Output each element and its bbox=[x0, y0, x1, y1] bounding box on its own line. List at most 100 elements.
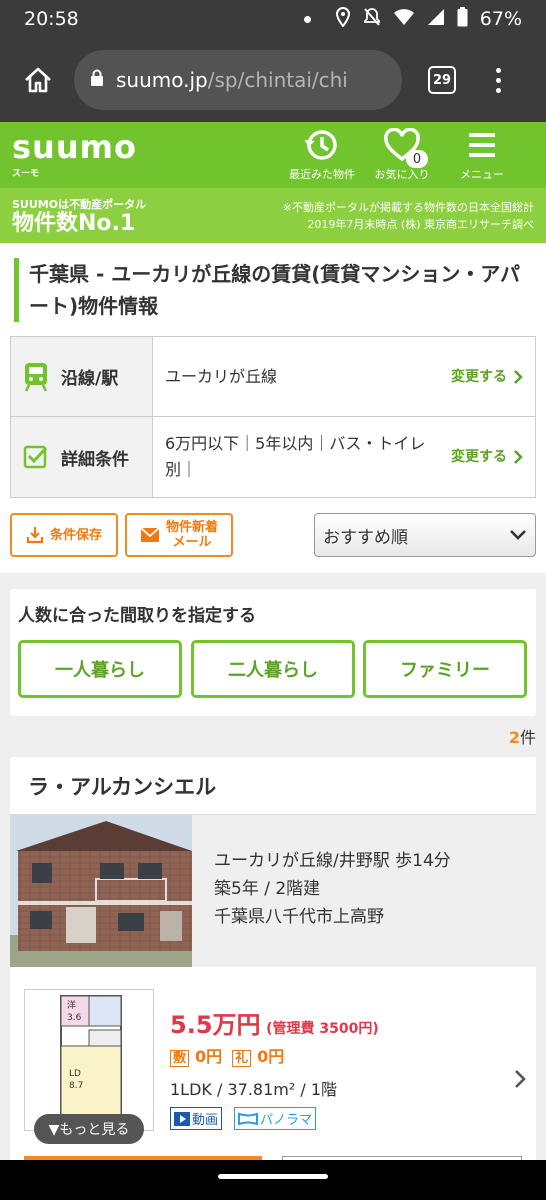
menu-button[interactable]: メニュー bbox=[442, 128, 522, 182]
plan-room2-size: 8.7 bbox=[69, 1081, 83, 1091]
household-filter: 人数に合った間取りを指定する 一人暮らし 二人暮らし ファミリー bbox=[10, 589, 536, 716]
building-info: ユーカリが丘線/井野駅 歩14分 築5年 / 2階建 千葉県八千代市上高野 bbox=[10, 815, 536, 967]
household-option-family[interactable]: ファミリー bbox=[363, 640, 527, 698]
battery-percent: 67% bbox=[479, 8, 522, 30]
address-bar[interactable]: suumo.jp/sp/chintai/chi bbox=[74, 50, 402, 110]
chevron-down-icon bbox=[510, 530, 526, 540]
banner-line2: 物件数No.1 bbox=[12, 210, 136, 236]
logo-kana: スーモ bbox=[12, 168, 40, 179]
battery-icon bbox=[457, 6, 468, 32]
recent-label: 最近みた物件 bbox=[289, 168, 355, 181]
download-icon bbox=[26, 527, 44, 544]
listing-address: 千葉県八千代市上高野 bbox=[214, 907, 384, 927]
mail-icon bbox=[140, 527, 160, 542]
site-header: suumo スーモ 最近みた物件 0 お気に入り メニュー bbox=[0, 122, 546, 188]
play-icon bbox=[174, 1111, 190, 1126]
promo-banner: SUUMOは不動産ポータル 物件数No.1 ※不動産ポータルが掲載する物件数の日… bbox=[0, 188, 546, 243]
room-row[interactable]: 洋 3.6 LD 8.7 ▼もっと見る 5.5万円 (管理費 3500円) 敷0… bbox=[10, 969, 536, 1177]
system-nav-bar bbox=[0, 1160, 546, 1200]
home-gesture-pill[interactable] bbox=[218, 1174, 328, 1179]
building-name[interactable]: ラ・アルカンシエル bbox=[28, 771, 216, 801]
condition-label-detail: 詳細条件 bbox=[61, 449, 129, 470]
rent-value: 5.5万円 bbox=[170, 1011, 261, 1039]
condition-row-line: 沿線/駅 ユーカリが丘線 変更する bbox=[11, 337, 535, 417]
video-label: 動画 bbox=[192, 1113, 219, 1128]
signal-icon bbox=[427, 8, 445, 31]
household-option-couple[interactable]: 二人暮らし bbox=[191, 640, 355, 698]
mail-label-2: メール bbox=[172, 535, 212, 550]
floorplan-image[interactable]: 洋 3.6 LD 8.7 bbox=[24, 989, 154, 1131]
deposit-tag: 敷 bbox=[170, 1050, 190, 1067]
listing-access: ユーカリが丘線/井野駅 歩14分 bbox=[214, 851, 451, 871]
save-conditions-label: 条件保存 bbox=[49, 527, 102, 543]
url-host: suumo.jp bbox=[116, 68, 208, 92]
favorites-button[interactable]: 0 お気に入り bbox=[362, 128, 442, 182]
home-button[interactable] bbox=[14, 56, 62, 104]
history-icon bbox=[304, 130, 337, 160]
mail-label-1: 物件新着 bbox=[165, 520, 218, 535]
page-title: 千葉県 - ユーカリが丘線の賃貸(賃貸マンション・アパート)物件情報 bbox=[14, 258, 534, 322]
plan-room1-size: 3.6 bbox=[67, 1013, 82, 1023]
save-conditions-button[interactable]: 条件保存 bbox=[10, 513, 118, 557]
change-detail-label: 変更する bbox=[451, 449, 507, 465]
change-line-link[interactable]: 変更する bbox=[451, 364, 523, 390]
chevron-right-icon[interactable] bbox=[514, 1069, 526, 1089]
train-icon bbox=[24, 362, 48, 392]
favorites-label: お気に入り bbox=[374, 168, 430, 181]
logo-text: suumo bbox=[12, 127, 137, 166]
condition-label-line: 沿線/駅 bbox=[61, 369, 119, 389]
status-bar: 20:58 67% bbox=[0, 0, 546, 38]
condition-value-detail: 6万円以下｜5年以内｜バス・トイレ別｜ bbox=[165, 434, 426, 479]
show-more-button[interactable]: ▼もっと見る bbox=[34, 1114, 144, 1144]
household-title: 人数に合った間取りを指定する bbox=[18, 606, 256, 626]
key-money-value: 0円 bbox=[257, 1047, 285, 1066]
change-detail-link[interactable]: 変更する bbox=[451, 444, 523, 470]
checkbox-icon bbox=[23, 445, 48, 469]
change-line-label: 変更する bbox=[451, 368, 507, 385]
household-option-single[interactable]: 一人暮らし bbox=[18, 640, 182, 698]
notification-dot-icon bbox=[303, 15, 311, 23]
browser-toolbar: suumo.jp/sp/chintai/chi 29 bbox=[0, 38, 546, 122]
sort-order-value: おすすめ順 bbox=[323, 527, 408, 548]
favorites-count-badge: 0 bbox=[406, 150, 428, 168]
banner-line1: SUUMOは不動産ポータル bbox=[12, 197, 147, 211]
suumo-logo[interactable]: suumo スーモ bbox=[12, 127, 282, 179]
key-money-tag: 礼 bbox=[232, 1050, 252, 1067]
listing-age-floors: 築5年 / 2階建 bbox=[214, 879, 321, 899]
sort-order-select[interactable]: おすすめ順 bbox=[314, 513, 536, 557]
condition-row-detail: 詳細条件 6万円以下｜5年以内｜バス・トイレ別｜ 変更する bbox=[11, 417, 535, 497]
plan-room1-label: 洋 bbox=[67, 999, 76, 1011]
lock-icon bbox=[90, 68, 104, 92]
management-fee: (管理費 3500円) bbox=[266, 1021, 379, 1037]
room-layout: 1LDK / 37.81m² / 1階 bbox=[170, 1080, 338, 1099]
chevron-right-icon bbox=[514, 450, 523, 464]
result-count-unit: 件 bbox=[519, 728, 536, 747]
panorama-tag[interactable]: パノラマ bbox=[234, 1107, 317, 1130]
deposit-keymoney: 敷 0円 礼 0円 bbox=[170, 1043, 284, 1067]
plan-room2-label: LD bbox=[69, 1069, 81, 1079]
video-tag[interactable]: 動画 bbox=[170, 1107, 223, 1130]
recent-viewed-button[interactable]: 最近みた物件 bbox=[282, 128, 362, 182]
conditions-table: 沿線/駅 ユーカリが丘線 変更する 詳細条件 6万円以下｜5年以内｜バス・トイレ… bbox=[10, 336, 536, 498]
browser-menu-button[interactable] bbox=[496, 67, 501, 93]
url-path: /sp/chintai/chi bbox=[207, 68, 348, 92]
menu-label: メニュー bbox=[460, 168, 504, 181]
chevron-right-icon bbox=[514, 369, 523, 384]
home-icon bbox=[25, 67, 51, 93]
tab-switcher-button[interactable]: 29 bbox=[428, 66, 456, 94]
hamburger-icon bbox=[469, 133, 495, 157]
media-tags: 動画 パノラマ bbox=[170, 1107, 317, 1130]
building-photo[interactable] bbox=[10, 815, 192, 967]
result-count: 2件 bbox=[509, 724, 536, 748]
wifi-icon bbox=[393, 8, 415, 31]
mute-icon bbox=[363, 7, 381, 32]
banner-note2: 2019年7月末時点 (株) 東京商エリサーチ調べ bbox=[307, 217, 534, 231]
panorama-icon bbox=[238, 1112, 259, 1125]
deposit-value: 0円 bbox=[195, 1047, 223, 1066]
location-icon bbox=[335, 6, 351, 32]
status-time: 20:58 bbox=[24, 8, 79, 30]
result-count-number: 2 bbox=[508, 728, 520, 747]
new-listing-mail-button[interactable]: 物件新着 メール bbox=[125, 513, 233, 557]
rent-price: 5.5万円 (管理費 3500円) bbox=[170, 1005, 379, 1040]
listing-card[interactable]: ラ・アルカンシエル ユーカリが丘線/井野駅 歩14分 築5年 / 2階建 千葉県… bbox=[10, 757, 536, 1177]
